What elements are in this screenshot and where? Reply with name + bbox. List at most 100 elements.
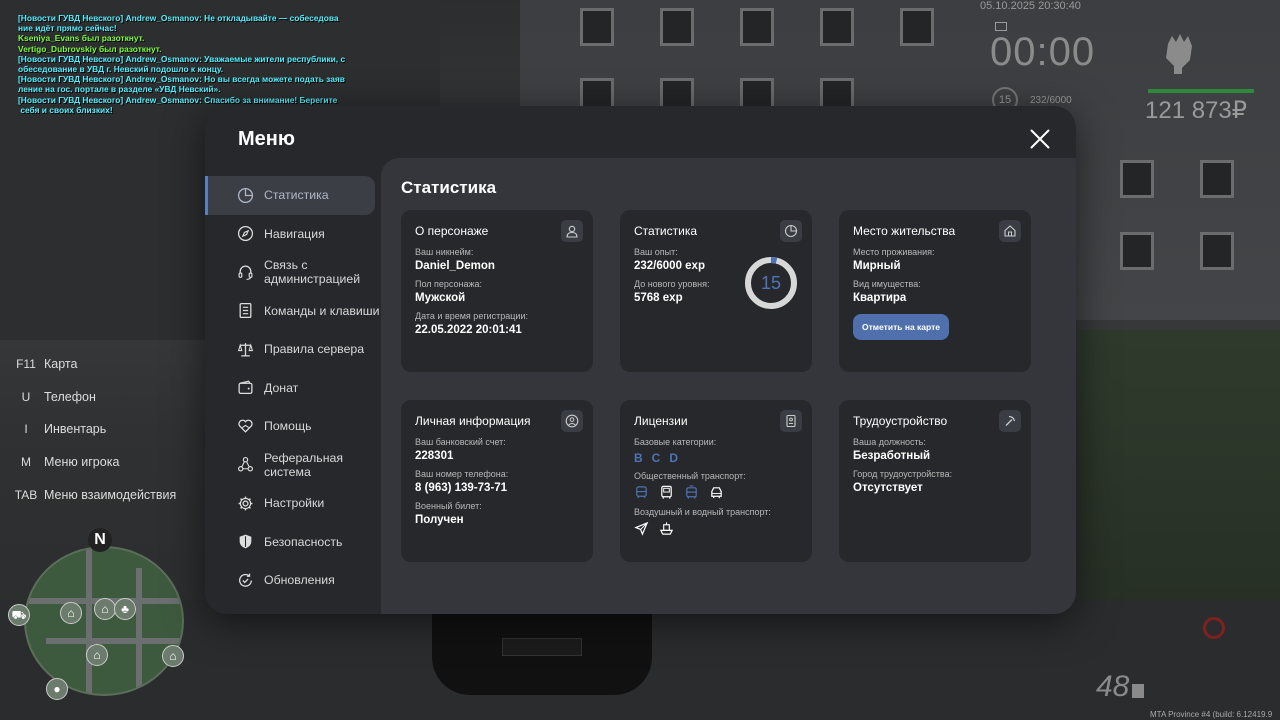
tram-icon (686, 485, 697, 499)
fuel-icon (1132, 684, 1144, 698)
keybind-list: F11 Карта U Телефон I Инвентарь M Меню и… (8, 348, 177, 511)
headset-icon (238, 265, 253, 280)
sidebar-item-commands[interactable]: Команды и клавиши (205, 292, 381, 331)
sidebar-item-label: Статистика (264, 188, 329, 203)
taxi-icon (711, 487, 722, 499)
pie-chart-icon (237, 187, 254, 203)
chat-message: ние идёт прямо сейчас! (18, 23, 117, 34)
sidebar-item-rules[interactable]: Правила сервера (205, 330, 381, 369)
card-licenses: Лицензии Базовые категории: B C D Общест… (620, 400, 812, 562)
fist-icon (1166, 34, 1192, 74)
mark-on-map-button[interactable]: Отметить на карте (853, 314, 949, 340)
sidebar-item-updates[interactable]: Обновления (205, 561, 381, 600)
bus-icon (636, 486, 647, 499)
sidebar-item-label: Реферальная система (264, 450, 344, 479)
keybind-label: Карта (44, 357, 78, 372)
coach-icon (661, 485, 672, 499)
keybind-row: TAB Меню взаимодействия (8, 478, 177, 511)
public-transport-licenses (634, 485, 798, 500)
position-value: Безработный (853, 450, 931, 462)
sidebar-item-help[interactable]: Помощь (205, 407, 381, 446)
stop-sign-icon (1203, 617, 1225, 639)
sidebar-item-navigation[interactable]: Навигация (205, 215, 381, 254)
menu-title: Меню (238, 128, 295, 150)
job-city-value: Отсутствует (853, 482, 923, 494)
bank-blip-icon: ⌂ (162, 645, 184, 667)
heart-hands-icon (238, 419, 253, 433)
field-label: Базовые категории: (634, 437, 717, 447)
chat-message: обеседование в УВД г. Невский подошло к … (18, 64, 224, 75)
property-value: Квартира (853, 292, 907, 304)
hud-date: 05.10.2025 20:30:40 (980, 0, 1081, 12)
player-menu: Меню Статистика Навигация Связь с админи… (205, 106, 1076, 614)
keybind-key: I (24, 422, 28, 437)
house-blip-icon: ⌂ (86, 644, 108, 666)
sidebar-item-label: Настройки (264, 496, 325, 511)
hud-build: MTA Province #4 (build: 6.12419.9 (1150, 710, 1273, 719)
shield-icon (239, 534, 252, 549)
chat-message: Kseniya_Evans был разоткнут. (18, 33, 145, 44)
keybind-label: Меню взаимодействия (44, 487, 177, 502)
card-title: Статистика (634, 224, 698, 238)
menu-content: Статистика О персонаже Ваш никнейм: Dani… (381, 158, 1076, 614)
field-label: Пол персонажа: (415, 279, 483, 289)
license-category: B (634, 451, 643, 465)
field-label: Ваш номер телефона: (415, 469, 509, 479)
sidebar-item-label: Безопасность (264, 534, 343, 549)
chat-message: [Новости ГУВД Невского] Andrew_Osmanov: … (18, 94, 338, 105)
card-personal: Личная информация Ваш банковский счет: 2… (401, 400, 593, 562)
sidebar-item-label: Помощь (264, 419, 312, 434)
gear-icon (238, 496, 253, 511)
sidebar-item-donate[interactable]: Донат (205, 369, 381, 408)
scales-icon (237, 342, 254, 357)
sidebar-item-support[interactable]: Связь с администрацией (205, 253, 381, 292)
chat-message: [Новости ГУВД Невского] Andrew_Osmanov: … (18, 53, 346, 64)
car (432, 600, 652, 695)
field-label: Ваш банковский счет: (415, 437, 506, 447)
field-label: Военный билет: (415, 501, 482, 511)
keybind-label: Меню игрока (44, 455, 120, 470)
field-label: Город трудоустройства: (853, 469, 953, 479)
boat-icon (659, 522, 674, 535)
field-label: Дата и время регистрации: (415, 311, 528, 321)
user-icon (561, 220, 583, 242)
card-title: О персонаже (415, 224, 489, 238)
house-blip-icon: ⌂ (60, 602, 82, 624)
card-residence: Место жительства Место проживания: Мирны… (839, 210, 1031, 372)
document-icon (239, 303, 252, 319)
card-title: Трудоустройство (853, 414, 948, 428)
keybind-key: F11 (16, 357, 36, 372)
keybind-row: I Инвентарь (8, 413, 176, 446)
hud-money: 121 873₽ (1145, 97, 1248, 124)
keybind-key: M (21, 455, 31, 470)
chat-message: ление на гос. портале в разделе «УВД Нев… (18, 84, 221, 95)
sidebar-item-label: Навигация (264, 226, 325, 241)
compass-icon (237, 226, 254, 242)
close-button[interactable] (1029, 128, 1051, 150)
sidebar-item-security[interactable]: Безопасность (205, 523, 381, 562)
keybind-row: M Меню игрока (8, 446, 176, 479)
trees-blip-icon: ♣ (114, 598, 136, 620)
bank-value: 228301 (415, 450, 454, 462)
field-label: Место проживания: (853, 247, 935, 257)
sidebar-item-settings[interactable]: Настройки (205, 484, 381, 523)
refresh-icon (239, 573, 252, 587)
card-statistics: Статистика Ваш опыт: 232/6000 exp До нов… (620, 210, 812, 372)
hud-exp: 232/6000 (1030, 95, 1072, 106)
minimap[interactable] (24, 546, 184, 696)
military-value: Получен (415, 514, 464, 526)
sidebar-item-statistics[interactable]: Статистика (205, 176, 375, 215)
sidebar-item-referral[interactable]: Реферальная система (205, 446, 381, 485)
license-categories: B C D (634, 451, 798, 465)
user-circle-icon (561, 410, 583, 432)
chat-message: Vertigo_Dubrovskiy был разоткнут. (18, 43, 162, 54)
keybind-label: Телефон (44, 389, 96, 404)
air-water-licenses (634, 521, 798, 536)
pickaxe-icon (999, 410, 1021, 432)
phone-value: 8 (963) 139-73-71 (415, 482, 508, 494)
chat-log: [Новости ГУВД Невского] Andrew_Osmanov: … (18, 13, 348, 115)
hud-clock: 00:00 (990, 30, 1096, 74)
menu-sidebar: Статистика Навигация Связь с администрац… (205, 176, 381, 600)
pie-chart-icon (780, 220, 802, 242)
bus-blip-icon: ⛟ (8, 604, 30, 626)
